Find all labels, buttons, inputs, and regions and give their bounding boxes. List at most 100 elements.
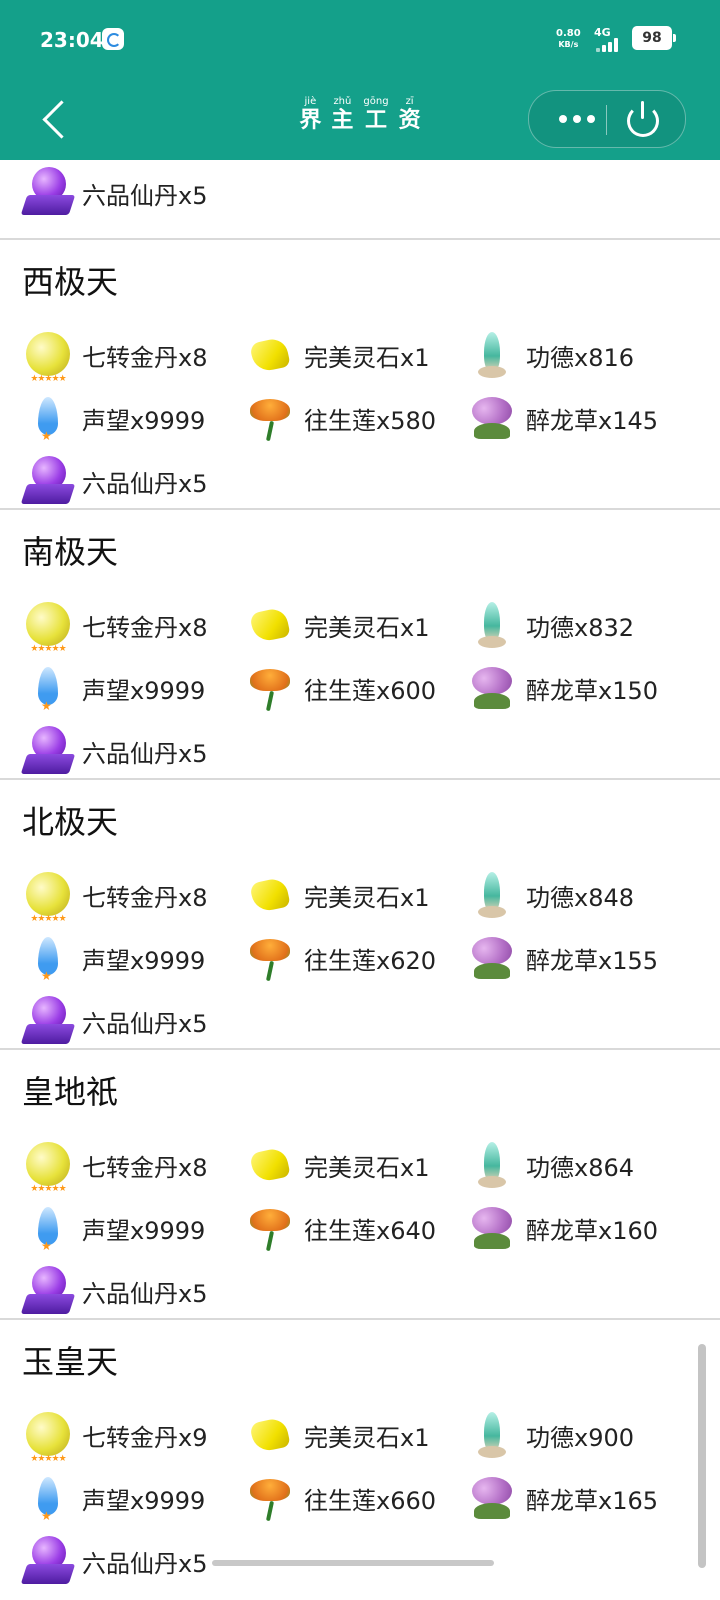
- reward-section: 皇地祇 七转金丹x8 完美灵石x1 功德x864 声望x9999 往生莲x640…: [0, 1050, 720, 1320]
- status-time: 23:04: [40, 28, 104, 52]
- reward-item: 六品仙丹x5: [22, 1260, 244, 1323]
- section-title: 玉皇天: [22, 1343, 119, 1381]
- miniprogram-capsule: [528, 90, 686, 148]
- reward-label: 往生莲x600: [304, 677, 437, 705]
- merit-crystal-icon: [466, 1410, 518, 1462]
- reward-item: 声望x9999: [22, 1197, 244, 1260]
- power-icon[interactable]: [625, 101, 661, 137]
- prestige-flame-icon: [22, 933, 74, 985]
- golden-pill-icon: [22, 600, 74, 654]
- reward-section: 南极天 七转金丹x8 完美灵石x1 功德x832 声望x9999 往生莲x600…: [0, 510, 720, 780]
- reward-label: 完美灵石x1: [304, 1424, 430, 1452]
- reward-label: 往生莲x640: [304, 1217, 437, 1245]
- dragon-grass-icon: [466, 933, 518, 985]
- reward-item: 声望x9999: [22, 927, 244, 990]
- reward-label: 功德x816: [526, 344, 635, 372]
- reward-item: 六品仙丹x5: [22, 160, 244, 226]
- title-char: gōng 工: [363, 96, 388, 146]
- rebirth-lotus-icon: [244, 1473, 296, 1525]
- app-header: 23:04 0.80 KB/s 4G 98 jiè 界 zhǔ 主 gōng 工…: [0, 0, 720, 160]
- reward-label: 醉龙草x150: [526, 677, 659, 705]
- golden-pill-icon: [22, 330, 74, 384]
- reward-item: 七转金丹x8: [22, 324, 244, 387]
- reward-label: 声望x9999: [82, 407, 206, 435]
- purple-pill-icon: [22, 995, 74, 1048]
- purple-pill-icon: [22, 167, 74, 219]
- dragon-grass-icon: [466, 663, 518, 715]
- reward-label: 六品仙丹x5: [82, 740, 208, 768]
- spirit-stone-icon: [244, 1410, 296, 1462]
- reward-item: 完美灵石x1: [244, 594, 466, 657]
- reward-item: 完美灵石x1: [244, 1404, 466, 1467]
- reward-item: 往生莲x620: [244, 927, 466, 990]
- purple-pill-icon: [22, 725, 74, 778]
- reward-label: 功德x900: [526, 1424, 635, 1452]
- purple-pill-icon: [22, 1265, 74, 1318]
- reward-label: 七转金丹x9: [82, 1424, 208, 1452]
- prestige-flame-icon: [22, 1203, 74, 1255]
- reward-item: 醉龙草x145: [466, 387, 688, 450]
- home-indicator[interactable]: [212, 1560, 494, 1566]
- spirit-stone-icon: [244, 1140, 296, 1192]
- purple-pill-icon: [22, 1535, 74, 1588]
- title-hanzi: 主: [331, 108, 354, 133]
- reward-label: 七转金丹x8: [82, 614, 208, 642]
- reward-item: 功德x832: [466, 594, 688, 657]
- prestige-flame-icon: [22, 393, 74, 445]
- reward-label: 六品仙丹x5: [82, 1280, 208, 1308]
- reward-item: 七转金丹x9: [22, 1404, 244, 1467]
- section-title: 北极天: [22, 803, 119, 841]
- reward-label: 六品仙丹x5: [82, 1550, 208, 1578]
- reward-label: 七转金丹x8: [82, 884, 208, 912]
- reward-label: 醉龙草x155: [526, 947, 659, 975]
- reward-label: 醉龙草x160: [526, 1217, 659, 1245]
- spirit-stone-icon: [244, 600, 296, 652]
- title-pinyin: zī: [405, 96, 414, 107]
- reward-list: 六品仙丹x5 西极天 七转金丹x8 完美灵石x1 功德x816 声望x9999 …: [0, 160, 720, 1590]
- network-speed-value: 0.80: [556, 28, 581, 39]
- golden-pill-icon: [22, 1410, 74, 1464]
- reward-item: 往生莲x580: [244, 387, 466, 450]
- reward-label: 完美灵石x1: [304, 344, 430, 372]
- reward-item: 往生莲x600: [244, 657, 466, 720]
- reward-item: 往生莲x640: [244, 1197, 466, 1260]
- network-speed-unit: KB/s: [558, 40, 579, 49]
- dragon-grass-icon: [466, 393, 518, 445]
- reward-grid: 六品仙丹x5: [0, 160, 720, 226]
- dragon-grass-icon: [466, 1203, 518, 1255]
- reward-label: 声望x9999: [82, 1217, 206, 1245]
- reward-item: 完美灵石x1: [244, 324, 466, 387]
- reward-label: 声望x9999: [82, 1487, 206, 1515]
- reward-label: 完美灵石x1: [304, 614, 430, 642]
- status-bar: 23:04 0.80 KB/s 4G 98: [0, 0, 720, 80]
- scrollbar[interactable]: [698, 1344, 706, 1568]
- spirit-stone-icon: [244, 330, 296, 382]
- reward-label: 往生莲x620: [304, 947, 437, 975]
- reward-section: 玉皇天 七转金丹x9 完美灵石x1 功德x900 声望x9999 往生莲x660…: [0, 1320, 720, 1590]
- dragon-grass-icon: [466, 1473, 518, 1525]
- reward-item: 功德x816: [466, 324, 688, 387]
- reward-item: 醉龙草x165: [466, 1467, 688, 1530]
- reward-label: 醉龙草x145: [526, 407, 659, 435]
- title-pinyin: zhǔ: [333, 96, 352, 107]
- reward-item: 功德x900: [466, 1404, 688, 1467]
- reward-item: 功德x864: [466, 1134, 688, 1197]
- nav-bar: jiè 界 zhǔ 主 gōng 工 zī 资: [0, 80, 720, 160]
- reward-label: 声望x9999: [82, 947, 206, 975]
- rebirth-lotus-icon: [244, 393, 296, 445]
- merit-crystal-icon: [466, 1140, 518, 1192]
- title-hanzi: 工: [364, 108, 387, 133]
- reward-label: 功德x848: [526, 884, 635, 912]
- more-icon[interactable]: [547, 91, 607, 147]
- reward-label: 往生莲x660: [304, 1487, 437, 1515]
- signal-icon: [596, 38, 620, 52]
- reward-grid: 七转金丹x8 完美灵石x1 功德x864 声望x9999 往生莲x640 醉龙草…: [0, 1134, 720, 1323]
- app-notification-icon: [102, 28, 124, 50]
- title-hanzi: 界: [299, 108, 322, 133]
- reward-label: 往生莲x580: [304, 407, 437, 435]
- merit-crystal-icon: [466, 600, 518, 652]
- reward-label: 功德x832: [526, 614, 635, 642]
- reward-label: 完美灵石x1: [304, 884, 430, 912]
- purple-pill-icon: [22, 455, 74, 508]
- section-title: 皇地祇: [22, 1073, 119, 1111]
